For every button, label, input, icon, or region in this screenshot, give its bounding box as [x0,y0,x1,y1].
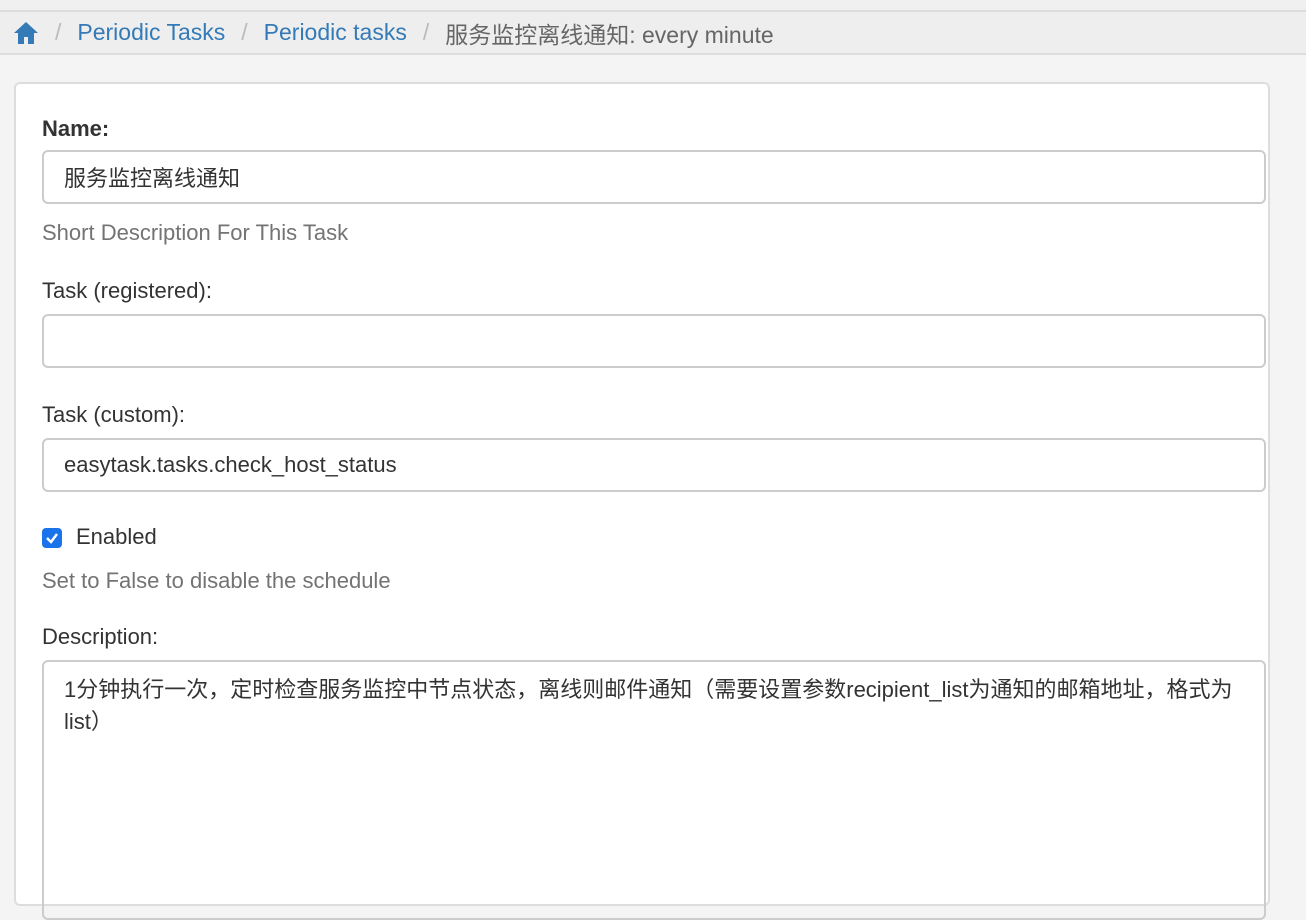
task-custom-input[interactable]: easytask.tasks.check_host_status [42,438,1266,492]
breadcrumb-current: 服务监控离线通知: every minute [445,21,774,48]
breadcrumb-separator: / [55,19,62,45]
enabled-label[interactable]: Enabled [76,524,157,550]
breadcrumb: / Periodic Tasks / Periodic tasks / 服务监控… [0,12,1306,55]
enabled-checkbox[interactable] [42,528,62,548]
description-label: Description: [42,624,159,649]
breadcrumb-separator: / [241,19,248,45]
form-panel: Name: 服务监控离线通知 Short Description For Thi… [14,82,1270,920]
name-help: Short Description For This Task [42,220,349,245]
name-input[interactable]: 服务监控离线通知 [42,150,1266,204]
breadcrumb-periodic-tasks-app[interactable]: Periodic Tasks [77,19,225,46]
checkmark-icon [46,533,58,544]
task-registered-label: Task (registered): [42,278,212,303]
task-registered-select[interactable] [42,314,1266,368]
task-custom-label: Task (custom): [42,402,186,427]
description-textarea[interactable]: 1分钟执行一次，定时检查服务监控中节点状态，离线则邮件通知（需要设置参数reci… [42,660,1266,920]
enabled-help: Set to False to disable the schedule [42,568,391,593]
breadcrumb-separator: / [422,19,430,45]
name-label: Name: [42,116,110,141]
top-header [0,0,1306,12]
breadcrumb-periodic-tasks[interactable]: Periodic tasks [264,19,407,46]
home-icon[interactable] [13,21,39,45]
